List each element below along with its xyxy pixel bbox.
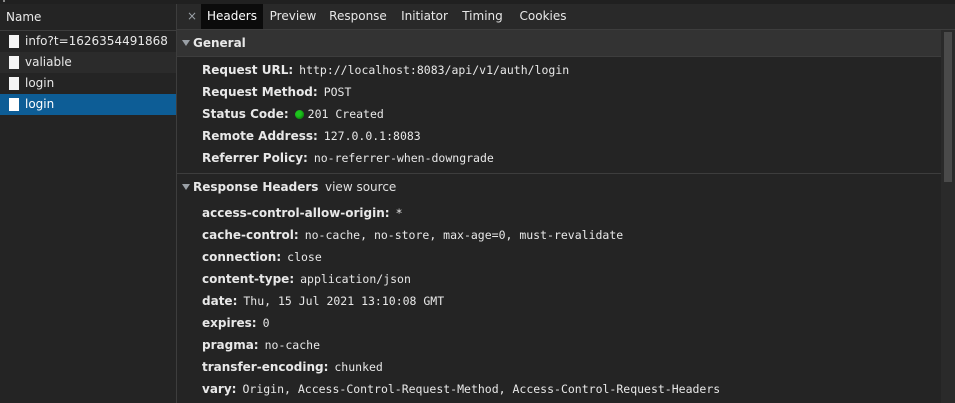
header-key: Request Method: (202, 85, 318, 99)
header-value: * (395, 206, 403, 220)
header-value: close (287, 250, 322, 264)
request-details: × Headers Preview Response Initiator Tim… (177, 4, 955, 403)
vertical-scrollbar[interactable] (941, 30, 955, 403)
header-value: POST (323, 85, 352, 99)
request-name: login (25, 76, 55, 90)
header-value: Origin, Access-Control-Request-Method, A… (242, 382, 721, 396)
request-name: login (25, 97, 55, 111)
tab-initiator[interactable]: Initiator (397, 4, 452, 29)
tab-response[interactable]: Response (327, 4, 389, 29)
response-header-row: access-control-allow-origin: * (177, 202, 941, 224)
response-header-row: connection: close (177, 246, 941, 268)
request-row[interactable]: info?t=1626354491868 (0, 31, 176, 52)
scrollbar-thumb[interactable] (944, 32, 952, 182)
header-key: transfer-encoding: (202, 360, 329, 374)
response-headers-section: access-control-allow-origin: * cache-cont… (177, 200, 941, 400)
response-header-row: cache-control: no-cache, no-store, max-ag… (177, 224, 941, 246)
header-key: content-type: (202, 272, 295, 286)
header-value: 201 Created (307, 107, 384, 121)
header-key: access-control-allow-origin: (202, 206, 390, 220)
status-ok-icon (294, 110, 304, 119)
header-key: Remote Address: (202, 129, 318, 143)
document-icon (9, 56, 19, 69)
details-tabbar: × Headers Preview Response Initiator Tim… (177, 4, 955, 30)
request-name: valiable (25, 55, 72, 69)
header-key: vary: (202, 382, 237, 396)
request-name: info?t=1626354491868 (25, 34, 168, 48)
headers-content: General Request URL: http://localhost:808… (177, 30, 941, 403)
header-key: Status Code: (202, 107, 289, 121)
response-headers-title: Response Headers (193, 180, 319, 194)
header-value: no-referrer-when-downgrade (313, 151, 494, 165)
document-icon (9, 77, 19, 90)
devtools-network-panel: Name info?t=1626354491868 valiable login… (0, 0, 955, 403)
header-value: chunked (334, 360, 383, 374)
document-icon (9, 35, 19, 48)
response-headers-section-header[interactable]: Response Headers view source (177, 173, 941, 200)
general-row: Status Code: 201 Created (177, 103, 941, 125)
response-header-row: expires: 0 (177, 312, 941, 334)
header-key: Request URL: (202, 63, 294, 77)
header-key: expires: (202, 316, 257, 330)
triangle-down-icon (182, 184, 190, 190)
tab-cookies[interactable]: Cookies (514, 4, 572, 29)
header-key: cache-control: (202, 228, 299, 242)
triangle-down-icon (182, 40, 190, 46)
document-icon (9, 98, 19, 111)
general-row: Remote Address: 127.0.0.1:8083 (177, 125, 941, 147)
general-row: Request URL: http://localhost:8083/api/v1… (177, 59, 941, 81)
response-header-row: content-type: application/json (177, 268, 941, 290)
tab-headers[interactable]: Headers (201, 4, 263, 29)
request-row[interactable]: login (0, 73, 176, 94)
tab-timing[interactable]: Timing (460, 4, 505, 29)
general-row: Referrer Policy: no-referrer-when-downgra… (177, 147, 941, 169)
header-value: no-cache, no-store, max-age=0, must-reva… (304, 228, 624, 242)
general-row: Request Method: POST (177, 81, 941, 103)
response-header-row: vary: Origin, Access-Control-Request-Meth… (177, 378, 941, 400)
header-key: Referrer Policy: (202, 151, 308, 165)
request-list: Name info?t=1626354491868 valiable login… (0, 4, 177, 403)
response-header-row: date: Thu, 15 Jul 2021 13:10:08 GMT (177, 290, 941, 312)
header-key: date: (202, 294, 238, 308)
response-header-row: pragma: no-cache (177, 334, 941, 356)
general-title: General (193, 36, 246, 50)
view-source-link[interactable]: view source (325, 174, 396, 200)
top-strip-dot (3, 0, 5, 2)
header-key: pragma: (202, 338, 259, 352)
response-header-row: transfer-encoding: chunked (177, 356, 941, 378)
header-key: connection: (202, 250, 282, 264)
header-value: 0 (262, 316, 270, 330)
header-value: http://localhost:8083/api/v1/auth/login (299, 63, 570, 77)
name-column-header[interactable]: Name (0, 4, 176, 31)
header-value: application/json (300, 272, 411, 286)
header-value: no-cache (264, 338, 320, 352)
general-section: Request URL: http://localhost:8083/api/v1… (177, 57, 941, 173)
general-section-header[interactable]: General (177, 30, 941, 57)
header-value: Thu, 15 Jul 2021 13:10:08 GMT (243, 294, 445, 308)
tab-preview[interactable]: Preview (265, 4, 321, 29)
request-row-selected[interactable]: login (0, 94, 176, 115)
close-icon[interactable]: × (185, 7, 199, 25)
header-value: 127.0.0.1:8083 (323, 129, 421, 143)
request-row[interactable]: valiable (0, 52, 176, 73)
